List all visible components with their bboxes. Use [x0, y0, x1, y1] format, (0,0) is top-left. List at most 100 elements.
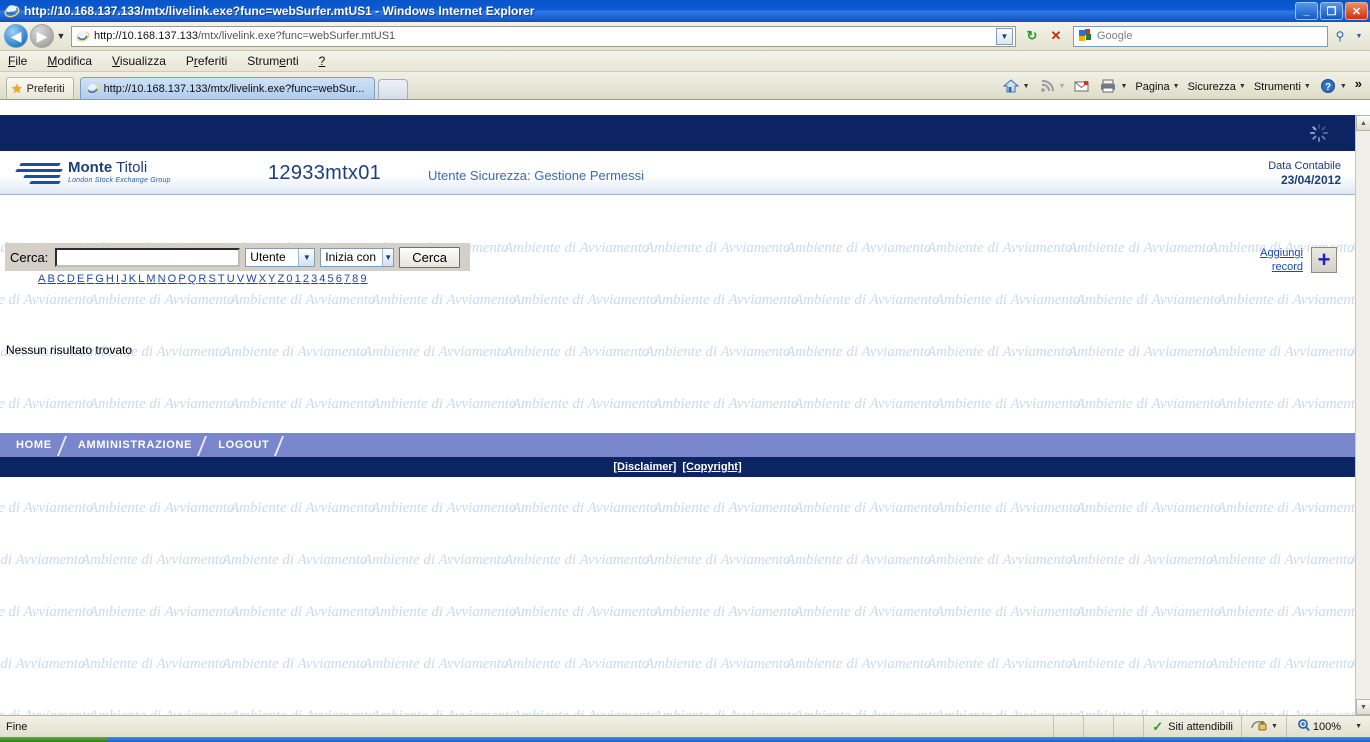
alphabet-link-J[interactable]: J	[121, 273, 128, 285]
alphabet-link-T[interactable]: T	[218, 273, 226, 285]
alphabet-link-L[interactable]: L	[138, 273, 145, 285]
search-label: Cerca:	[10, 249, 49, 265]
alphabet-link-M[interactable]: M	[146, 273, 156, 285]
refresh-icon[interactable]: ↻	[1021, 26, 1043, 47]
nav-link-amministrazione[interactable]: AMMINISTRAZIONE	[78, 439, 192, 451]
safety-caret-icon[interactable]: ▼	[1239, 83, 1246, 90]
alphabet-link-9[interactable]: 9	[360, 273, 367, 285]
alphabet-link-H[interactable]: H	[106, 273, 115, 285]
page-menu[interactable]: Pagina ▼	[1131, 81, 1183, 93]
nav-link-home[interactable]: HOME	[0, 439, 52, 451]
new-tab-button[interactable]	[378, 79, 409, 99]
menu-preferiti[interactable]: Preferiti	[186, 54, 227, 68]
alphabet-link-S[interactable]: S	[208, 273, 216, 285]
alphabet-link-C[interactable]: C	[57, 273, 66, 285]
alphabet-link-8[interactable]: 8	[352, 273, 359, 285]
scroll-up-icon[interactable]: ▲	[1356, 115, 1370, 131]
tools-menu[interactable]: Strumenti ▼	[1250, 81, 1315, 93]
alphabet-link-Y[interactable]: Y	[268, 273, 276, 285]
alphabet-link-V[interactable]: V	[237, 273, 245, 285]
menu-file[interactable]: File	[8, 54, 27, 68]
minimize-button[interactable]: _	[1295, 2, 1318, 20]
zoom-level-label: 100%	[1312, 720, 1342, 733]
zoom-caret-icon[interactable]: ▼	[1355, 723, 1362, 730]
alphabet-link-G[interactable]: G	[95, 273, 105, 285]
alphabet-link-3[interactable]: 3	[311, 273, 318, 285]
copyright-link[interactable]: [Copyright]	[682, 461, 741, 473]
feeds-button[interactable]: ▼	[1034, 78, 1070, 96]
alphabet-link-Z[interactable]: Z	[278, 273, 286, 285]
search-type-select[interactable]: Utente ▼	[245, 247, 316, 267]
home-caret-icon[interactable]: ▼	[1023, 83, 1030, 90]
scroll-down-icon[interactable]: ▼	[1356, 699, 1370, 715]
alphabet-link-K[interactable]: K	[129, 273, 137, 285]
alphabet-link-1[interactable]: 1	[295, 273, 302, 285]
vertical-scrollbar[interactable]: ▲ ▼	[1355, 115, 1370, 715]
search-submit-button[interactable]: Cerca	[399, 246, 460, 268]
search-mode-select[interactable]: Inizia con ▼	[320, 247, 395, 267]
help-button[interactable]: ? ▼	[1315, 78, 1351, 96]
alphabet-link-B[interactable]: B	[47, 273, 55, 285]
alphabet-link-A[interactable]: A	[38, 273, 46, 285]
no-results-message: Nessun risultato trovato	[6, 343, 133, 357]
alphabet-link-P[interactable]: P	[178, 273, 186, 285]
forward-button[interactable]: ▶	[30, 24, 54, 48]
alphabet-link-I[interactable]: I	[116, 273, 120, 285]
close-button[interactable]: ✕	[1345, 2, 1368, 20]
history-dropdown-icon[interactable]: ▼	[54, 31, 68, 41]
menu-help[interactable]: ?	[319, 54, 326, 68]
zoom-control[interactable]: 100% ▼	[1285, 715, 1370, 738]
chevron-down-icon[interactable]: ▼	[298, 248, 315, 266]
alphabet-link-F[interactable]: F	[86, 273, 94, 285]
address-dropdown-icon[interactable]: ▼	[996, 27, 1013, 45]
chevron-down-icon[interactable]: ▼	[382, 248, 394, 266]
tools-caret-icon[interactable]: ▼	[1304, 83, 1311, 90]
home-button[interactable]: ▼	[998, 78, 1034, 96]
alphabet-link-6[interactable]: 6	[336, 273, 343, 285]
alphabet-link-O[interactable]: O	[168, 273, 178, 285]
print-caret-icon[interactable]: ▼	[1120, 83, 1127, 90]
alphabet-link-4[interactable]: 4	[319, 273, 326, 285]
alphabet-link-W[interactable]: W	[246, 273, 257, 285]
alphabet-link-7[interactable]: 7	[344, 273, 351, 285]
alphabet-link-Q[interactable]: Q	[188, 273, 198, 285]
address-input[interactable]: http://10.168.137.133/mtx/livelink.exe?f…	[71, 25, 1016, 47]
alphabet-link-U[interactable]: U	[227, 273, 236, 285]
browser-search-input[interactable]: Google	[1073, 25, 1328, 47]
page-caret-icon[interactable]: ▼	[1173, 83, 1180, 90]
window-title-bar[interactable]: http://10.168.137.133/mtx/livelink.exe?f…	[0, 0, 1370, 22]
alphabet-link-5[interactable]: 5	[328, 273, 335, 285]
search-provider-caret-icon[interactable]: ▼	[1352, 26, 1366, 47]
start-button[interactable]	[0, 737, 108, 742]
alphabet-link-X[interactable]: X	[259, 273, 267, 285]
print-button[interactable]: ▼	[1095, 78, 1131, 96]
add-record-link[interactable]: Aggiungi record	[1247, 246, 1303, 274]
back-button[interactable]: ◀	[4, 24, 28, 48]
add-record-control[interactable]: Aggiungi record +	[1247, 246, 1337, 274]
search-input[interactable]	[55, 247, 241, 267]
alphabet-link-R[interactable]: R	[198, 273, 207, 285]
mail-button[interactable]	[1069, 78, 1095, 96]
safety-menu[interactable]: Sicurezza ▼	[1184, 81, 1250, 93]
security-zone[interactable]: ✓ Siti attendibili	[1143, 715, 1241, 738]
alphabet-link-E[interactable]: E	[77, 273, 85, 285]
search-go-icon[interactable]: ⚲	[1330, 26, 1350, 47]
favorites-button[interactable]: ★ Preferiti	[6, 77, 74, 99]
alphabet-link-D[interactable]: D	[67, 273, 76, 285]
alphabet-link-N[interactable]: N	[158, 273, 167, 285]
alphabet-link-0[interactable]: 0	[286, 273, 293, 285]
alphabet-link-2[interactable]: 2	[303, 273, 310, 285]
browser-tab-active[interactable]: http://10.168.137.133/mtx/livelink.exe?f…	[79, 77, 376, 99]
protected-mode-caret-icon[interactable]: ▼	[1271, 723, 1278, 730]
nav-link-logout[interactable]: LOGOUT	[218, 439, 269, 451]
menu-strumenti[interactable]: Strumenti	[247, 54, 298, 68]
menu-visualizza[interactable]: Visualizza	[112, 54, 166, 68]
stop-icon[interactable]: ✕	[1045, 26, 1067, 47]
command-overflow-icon[interactable]: »	[1351, 76, 1366, 97]
restore-button[interactable]: ❐	[1320, 2, 1343, 20]
help-caret-icon[interactable]: ▼	[1340, 83, 1347, 90]
disclaimer-link[interactable]: [Disclaimer]	[613, 461, 676, 473]
protected-mode[interactable]: ▼	[1240, 715, 1286, 738]
add-record-plus-button[interactable]: +	[1311, 247, 1337, 273]
menu-modifica[interactable]: Modifica	[47, 54, 92, 68]
